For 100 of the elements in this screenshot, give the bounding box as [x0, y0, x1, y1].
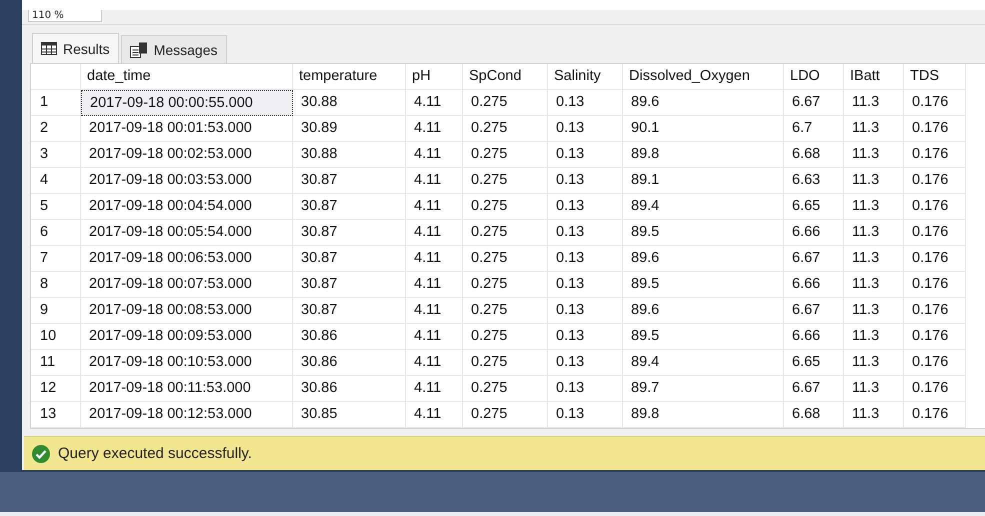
row-number: 10 [31, 324, 81, 350]
table-cell: 2017-09-18 00:01:53.000 [81, 116, 293, 142]
zoom-field[interactable]: 110 % [28, 10, 102, 22]
table-cell: 11.3 [844, 142, 904, 168]
table-cell: 0.275 [463, 90, 548, 116]
table-cell: 6.67 [784, 246, 844, 272]
results-tab[interactable]: Results [32, 33, 119, 63]
table-cell: 6.67 [784, 376, 844, 402]
table-cell: 11.3 [844, 350, 904, 376]
table-cell: 89.8 [623, 402, 784, 428]
table-cell: 4.11 [406, 220, 463, 246]
table-cell: 0.176 [904, 272, 966, 298]
table-cell: 0.275 [463, 168, 548, 194]
table-cell: 0.275 [463, 194, 548, 220]
table-cell: 89.5 [623, 324, 784, 350]
row-number: 12 [31, 376, 81, 402]
table-cell: 0.13 [548, 194, 623, 220]
table-cell: 2017-09-18 00:08:53.000 [81, 298, 293, 324]
table-cell: 0.13 [548, 90, 623, 116]
table-cell: 6.68 [784, 402, 844, 428]
row-number: 7 [31, 246, 81, 272]
table-cell: 0.275 [463, 220, 548, 246]
table-cell: 4.11 [406, 298, 463, 324]
table-cell: 0.176 [904, 350, 966, 376]
table-cell: 30.89 [293, 116, 406, 142]
table-cell: 30.86 [293, 376, 406, 402]
table-cell: 2017-09-18 00:00:55.000 [81, 90, 293, 116]
table-cell: 4.11 [406, 324, 463, 350]
table-cell: 6.68 [784, 142, 844, 168]
table-cell: 2017-09-18 00:05:54.000 [81, 220, 293, 246]
table-cell: 4.11 [406, 142, 463, 168]
table-cell: 0.275 [463, 246, 548, 272]
table-cell: 30.85 [293, 402, 406, 428]
grid-icon [41, 42, 57, 55]
table-cell: 0.13 [548, 298, 623, 324]
table-cell: 89.6 [623, 90, 784, 116]
table-cell: 89.6 [623, 246, 784, 272]
table-cell: 30.87 [293, 168, 406, 194]
table-cell: 11.3 [844, 272, 904, 298]
table-cell: 0.176 [904, 116, 966, 142]
table-cell: 0.13 [548, 220, 623, 246]
table-cell: 0.13 [548, 116, 623, 142]
column-header[interactable]: SpCond [463, 64, 548, 90]
table-cell: 30.88 [293, 90, 406, 116]
table-cell: 0.176 [904, 246, 966, 272]
table-cell: 11.3 [844, 402, 904, 428]
table-cell: 11.3 [844, 90, 904, 116]
table-cell: 2017-09-18 00:10:53.000 [81, 350, 293, 376]
column-header[interactable]: temperature [293, 64, 406, 90]
table-cell: 0.275 [463, 116, 548, 142]
table-cell: 6.66 [784, 324, 844, 350]
table-cell: 30.87 [293, 246, 406, 272]
table-cell: 0.176 [904, 168, 966, 194]
table-cell: 90.1 [623, 116, 784, 142]
table-cell: 0.275 [463, 298, 548, 324]
table-cell: 89.4 [623, 194, 784, 220]
table-cell: 2017-09-18 00:09:53.000 [81, 324, 293, 350]
column-header[interactable]: LDO [784, 64, 844, 90]
table-cell: 30.88 [293, 142, 406, 168]
table-cell: 11.3 [844, 168, 904, 194]
row-number: 6 [31, 220, 81, 246]
table-cell: 2017-09-18 00:03:53.000 [81, 168, 293, 194]
table-cell: 11.3 [844, 324, 904, 350]
table-cell: 0.13 [548, 272, 623, 298]
table-cell: 0.275 [463, 350, 548, 376]
table-cell: 30.87 [293, 272, 406, 298]
table-cell: 89.1 [623, 168, 784, 194]
column-header[interactable]: Dissolved_Oxygen [623, 64, 784, 90]
table-cell: 6.65 [784, 350, 844, 376]
table-cell: 6.7 [784, 116, 844, 142]
table-cell: 11.3 [844, 116, 904, 142]
table-cell: 4.11 [406, 90, 463, 116]
table-cell: 0.176 [904, 220, 966, 246]
table-cell: 0.176 [904, 298, 966, 324]
table-cell: 30.86 [293, 324, 406, 350]
table-cell: 30.87 [293, 298, 406, 324]
row-number: 9 [31, 298, 81, 324]
table-cell: 11.3 [844, 194, 904, 220]
table-cell: 2017-09-18 00:06:53.000 [81, 246, 293, 272]
column-header[interactable]: TDS [904, 64, 966, 90]
table-cell: 89.8 [623, 142, 784, 168]
table-cell: 2017-09-18 00:12:53.000 [81, 402, 293, 428]
row-number: 8 [31, 272, 81, 298]
table-cell: 4.11 [406, 246, 463, 272]
row-number: 2 [31, 116, 81, 142]
table-cell: 6.63 [784, 168, 844, 194]
table-cell: 0.13 [548, 246, 623, 272]
table-cell: 11.3 [844, 220, 904, 246]
column-header[interactable]: IBatt [844, 64, 904, 90]
table-cell: 30.86 [293, 350, 406, 376]
table-cell: 4.11 [406, 272, 463, 298]
column-header[interactable]: Salinity [548, 64, 623, 90]
table-cell: 11.3 [844, 376, 904, 402]
row-number: 4 [31, 168, 81, 194]
table-cell: 11.3 [844, 246, 904, 272]
table-cell: 0.176 [904, 194, 966, 220]
column-header[interactable]: pH [406, 64, 463, 90]
messages-tab[interactable]: Messages [120, 35, 226, 63]
row-number: 11 [31, 350, 81, 376]
table-cell: 4.11 [406, 376, 463, 402]
